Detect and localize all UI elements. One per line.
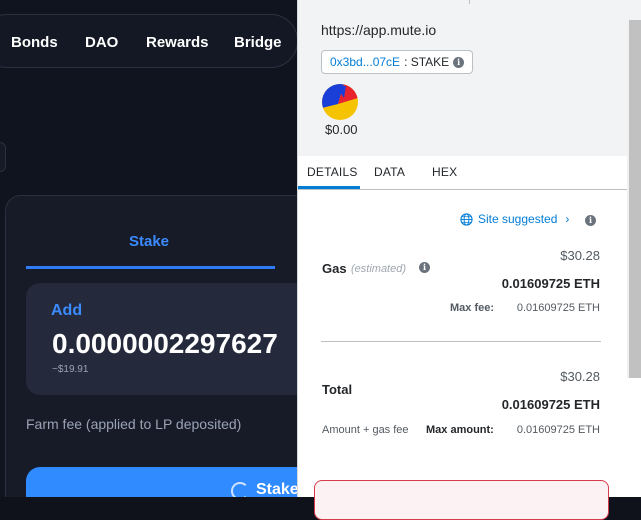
total-fiat: $30.28 (560, 369, 600, 384)
side-control[interactable] (0, 142, 6, 172)
tab-stake[interactable]: Stake (129, 233, 169, 250)
account-avatar-icon (322, 84, 358, 120)
add-label: Add (51, 302, 83, 319)
site-suggested-link[interactable]: Site suggested › (460, 212, 569, 226)
total-eth: 0.01609725 ETH (501, 397, 600, 412)
max-fee-label: Max fee: (450, 302, 495, 314)
dapp-background: Bonds DAO Rewards Bridge Stake Add 0.000… (0, 0, 298, 497)
nav-dao[interactable]: DAO (85, 34, 118, 51)
info-icon[interactable]: i (453, 56, 465, 68)
max-amount-value: 0.01609725 ETH (516, 424, 600, 436)
amount-usd: ~$19.91 (52, 364, 89, 375)
site-suggested-label: Site suggested (478, 212, 558, 226)
method-name: : STAKE (404, 55, 450, 69)
scrollbar[interactable] (627, 20, 641, 378)
max-amount-label: Max amount: (426, 424, 494, 436)
nav-bonds[interactable]: Bonds (11, 34, 58, 51)
tab-details[interactable]: DETAILS (307, 165, 358, 179)
max-fee-value: 0.01609725 ETH (516, 302, 600, 314)
gas-eth: 0.01609725 ETH (501, 276, 600, 291)
gas-estimated-label: (estimated) (351, 263, 407, 275)
chevron-right-icon: › (565, 212, 570, 226)
tab-hex[interactable]: HEX (432, 165, 457, 179)
contract-method-chip[interactable]: 0x3bd...07cE : STAKE i (321, 50, 474, 74)
site-origin: https://app.mute.io (321, 22, 437, 38)
popup-notch (469, 0, 470, 4)
spinner-icon (231, 482, 249, 497)
nav-rewards[interactable]: Rewards (146, 34, 209, 51)
contract-address[interactable]: 0x3bd...07cE (330, 55, 400, 69)
globe-icon (460, 212, 473, 226)
account-balance: $0.00 (325, 122, 358, 137)
nav-bridge[interactable]: Bridge (234, 34, 282, 51)
stake-button-label: Stake (256, 481, 298, 497)
divider (321, 341, 601, 342)
total-label: Total (322, 382, 353, 397)
info-icon[interactable]: i (585, 215, 596, 226)
gas-label: Gas (322, 261, 347, 276)
info-icon[interactable]: i (419, 262, 430, 273)
tab-bar: DETAILS DATA HEX (298, 156, 627, 190)
amount-gas-label: Amount + gas fee (322, 424, 409, 436)
tab-stake-underline (26, 266, 275, 269)
gas-fiat: $30.28 (560, 248, 600, 263)
tab-active-indicator (298, 186, 360, 189)
amount-value[interactable]: 0.0000002297627 (52, 328, 278, 360)
farm-fee-label: Farm fee (applied to LP deposited) (26, 416, 242, 432)
tab-data[interactable]: DATA (374, 165, 405, 179)
metamask-popup: https://app.mute.io 0x3bd...07cE : STAKE… (297, 0, 641, 520)
warning-box (314, 480, 609, 520)
